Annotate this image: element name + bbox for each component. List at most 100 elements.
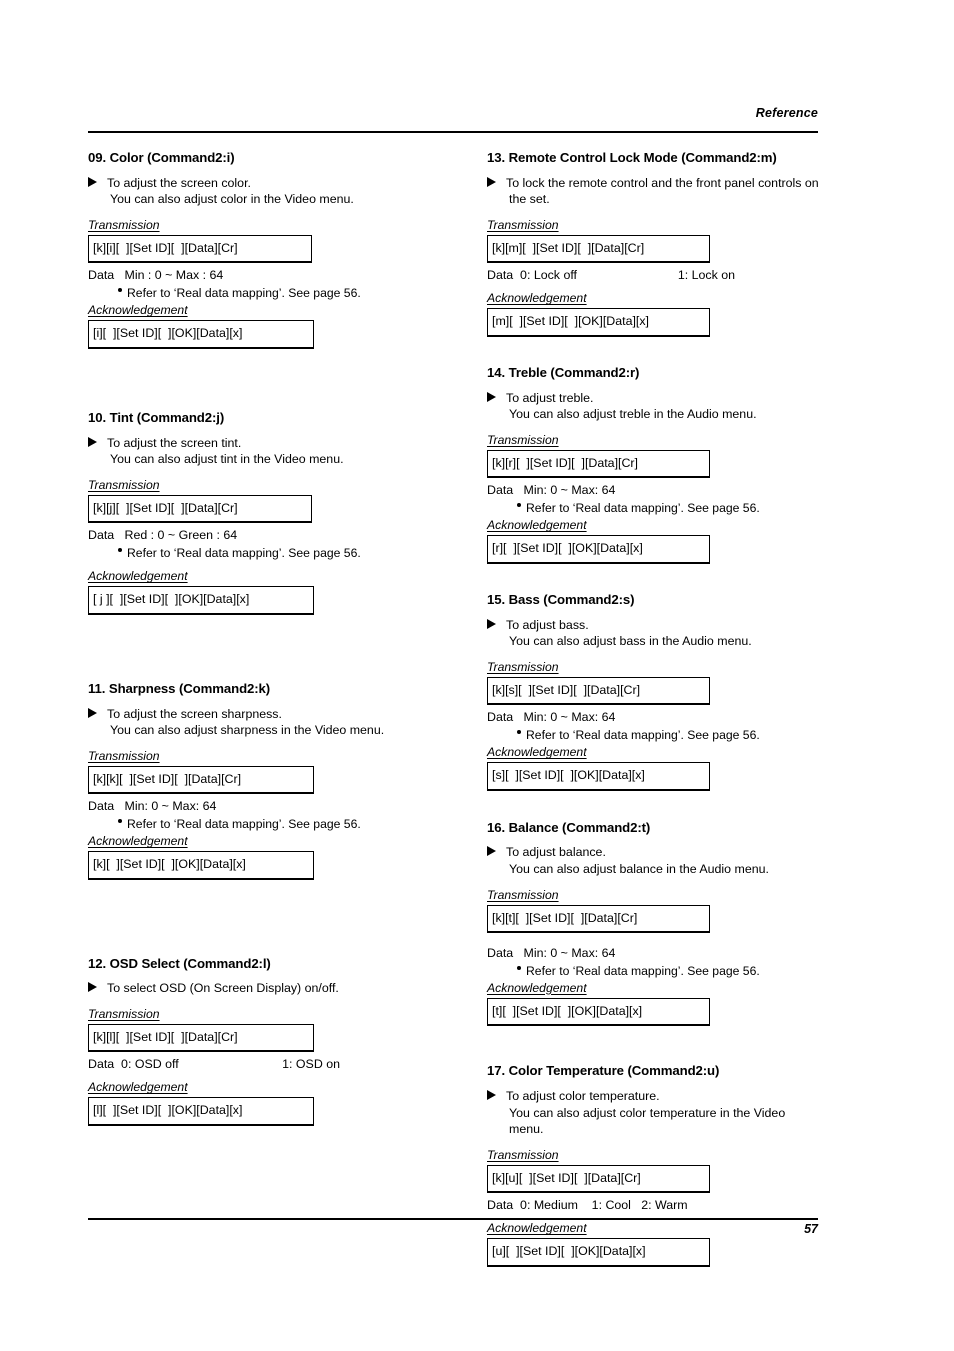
section-description: To adjust balance. You can also adjust b… (487, 844, 847, 877)
section-title: 12. OSD Select (Command2:l) (88, 955, 271, 971)
description-line-1: To adjust treble. (506, 390, 594, 405)
header-rule (88, 131, 818, 133)
transmission-label: Transmission (88, 218, 160, 233)
transmission-label: Transmission (88, 748, 160, 763)
section-description: To adjust treble. You can also adjust tr… (487, 390, 847, 423)
bullet-icon (517, 503, 521, 508)
description-line-1: To adjust the screen color. (107, 175, 251, 190)
description-line-2: You can also adjust sharpness in the Vid… (110, 723, 385, 738)
section-remote-control-lock-mode: 13. Remote Control Lock Mode (Command2:m… (487, 150, 847, 337)
transmission-label: Transmission (487, 218, 559, 233)
real-data-mapping-note: Refer to ‘Real data mapping’. See page 5… (487, 963, 847, 979)
acknowledgement-command-box: [l][ ][Set ID][ ][OK][Data][x] (88, 1097, 314, 1126)
acknowledgement-label: Acknowledgement (487, 518, 587, 533)
section-title: 14. Treble (Command2:r) (487, 364, 640, 380)
real-data-mapping-note: Refer to ‘Real data mapping’. See page 5… (487, 500, 847, 516)
transmission-command-box: [k][r][ ][Set ID][ ][Data][Cr] (487, 449, 710, 479)
real-data-mapping-note: Refer to ‘Real data mapping’. See page 5… (88, 545, 448, 561)
running-head: Reference (755, 106, 818, 120)
section-title: 13. Remote Control Lock Mode (Command2:m… (487, 150, 777, 165)
triangle-bullet-icon (487, 391, 496, 402)
real-data-mapping-note: Refer to ‘Real data mapping’. See page 5… (88, 816, 448, 832)
data-range-text: Data Red : 0 ~ Green : 64 (88, 528, 238, 543)
footer-rule (88, 1218, 818, 1220)
manual-page: Reference 09. Color (Command2:i) To adju… (0, 0, 954, 1351)
triangle-bullet-icon (88, 176, 97, 187)
section-description: To lock the remote control and the front… (487, 175, 847, 208)
transmission-command-box: [k][m][ ][Set ID][ ][Data][Cr] (487, 235, 710, 264)
data-option-on: 1: OSD on (282, 1057, 340, 1072)
section-balance: 16. Balance (Command2:t) To adjust balan… (487, 820, 847, 1027)
transmission-label: Transmission (487, 1148, 559, 1162)
section-color-temperature: 17. Color Temperature (Command2:u) To ad… (487, 1063, 847, 1267)
data-options-row: Data 0: Lock off 1: Lock on (487, 267, 735, 283)
transmission-command-box: [k][t][ ][Set ID][ ][Data][Cr] (487, 904, 710, 933)
description-line-1: To lock the remote control and the front… (506, 175, 819, 190)
transmission-command-box: [k][i][ ][Set ID][ ][Data][Cr] (88, 235, 312, 264)
description-line-1: To adjust bass. (506, 617, 589, 632)
description-line-2: You can also adjust treble in the Audio … (509, 407, 757, 422)
data-options-row: Data 0: OSD off 1: OSD on (88, 1056, 340, 1072)
transmission-label: Transmission (487, 432, 559, 447)
note-text: Refer to ‘Real data mapping’. See page 5… (526, 963, 760, 978)
page-number: 57 (804, 1222, 818, 1236)
description-line-1: To adjust color temperature. (506, 1089, 660, 1104)
data-option-lock-off: Data 0: Lock off (487, 268, 578, 283)
data-range-text: Data Min : 0 ~ Max : 64 (88, 268, 224, 283)
transmission-label: Transmission (88, 477, 160, 492)
section-description: To adjust the screen sharpness. You can … (88, 706, 448, 739)
right-column: 13. Remote Control Lock Mode (Command2:m… (487, 150, 847, 1271)
transmission-command-box: [k][s][ ][Set ID][ ][Data][Cr] (487, 676, 710, 706)
data-range-text: Data Min: 0 ~ Max: 64 (88, 799, 217, 814)
description-line-3: menu. (509, 1122, 544, 1137)
section-treble: 14. Treble (Command2:r) To adjust treble… (487, 365, 847, 564)
acknowledgement-command-box: [s][ ][Set ID][ ][OK][Data][x] (487, 762, 710, 791)
acknowledgement-label: Acknowledgement (88, 1080, 188, 1095)
section-description: To adjust bass. You can also adjust bass… (487, 617, 847, 650)
description-line-2: You can also adjust color temperature in… (509, 1105, 786, 1120)
transmission-label: Transmission (487, 659, 559, 674)
description-line-1: To adjust the screen sharpness. (107, 706, 282, 721)
description-line-2: You can also adjust tint in the Video me… (110, 452, 344, 467)
note-text: Refer to ‘Real data mapping’. See page 5… (127, 286, 361, 301)
note-text: Refer to ‘Real data mapping’. See page 5… (526, 728, 760, 743)
data-range-text: Data Min: 0 ~ Max: 64 (487, 945, 616, 960)
section-description: To adjust the screen color. You can also… (88, 175, 448, 208)
triangle-bullet-icon (88, 436, 97, 447)
transmission-command-box: [k][u][ ][Set ID][ ][Data][Cr] (487, 1165, 710, 1194)
bullet-icon (118, 288, 122, 293)
acknowledgement-label: Acknowledgement (487, 291, 587, 306)
triangle-bullet-icon (487, 176, 496, 187)
real-data-mapping-note: Refer to ‘Real data mapping’. See page 5… (88, 285, 448, 301)
description-line-2: You can also adjust color in the Video m… (110, 192, 354, 207)
triangle-bullet-icon (487, 1090, 496, 1101)
acknowledgement-label: Acknowledgement (88, 569, 188, 584)
description-line-1: To select OSD (On Screen Display) on/off… (107, 981, 339, 996)
data-option-lock-on: 1: Lock on (677, 268, 735, 283)
transmission-command-box: [k][l][ ][Set ID][ ][Data][Cr] (88, 1023, 314, 1053)
acknowledgement-label: Acknowledgement (88, 834, 188, 849)
acknowledgement-command-box: [t][ ][Set ID][ ][OK][Data][x] (487, 997, 710, 1027)
acknowledgement-label: Acknowledgement (487, 745, 587, 760)
description-line-2: You can also adjust balance in the Audio… (509, 861, 769, 876)
bullet-icon (118, 548, 122, 553)
section-title: 17. Color Temperature (Command2:u) (487, 1063, 720, 1079)
section-title: 10. Tint (Command2:j) (88, 409, 225, 425)
bullet-icon (517, 730, 521, 735)
acknowledgement-label: Acknowledgement (88, 303, 188, 318)
data-option-off: Data 0: OSD off (88, 1057, 179, 1072)
left-column: 09. Color (Command2:i) To adjust the scr… (88, 150, 448, 1130)
section-title: 09. Color (Command2:i) (88, 150, 235, 165)
triangle-bullet-icon (88, 982, 97, 993)
data-range-text: Data Min: 0 ~ Max: 64 (487, 483, 616, 498)
bullet-icon (118, 819, 122, 824)
triangle-bullet-icon (487, 618, 496, 629)
triangle-bullet-icon (88, 707, 97, 718)
